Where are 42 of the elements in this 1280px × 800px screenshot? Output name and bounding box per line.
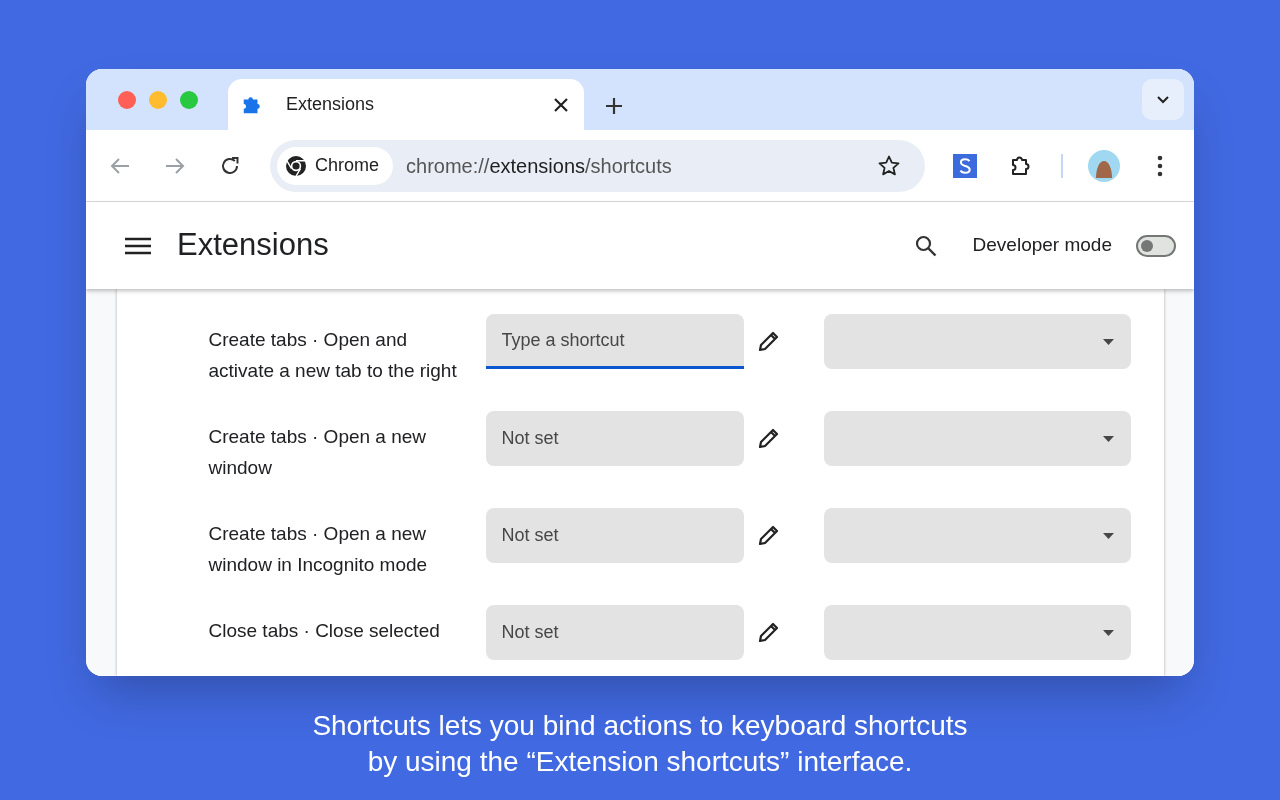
page-title: Extensions — [177, 226, 329, 265]
forward-icon[interactable] — [164, 155, 186, 176]
address-bar[interactable]: Chrome chrome://extensions/shortcuts — [270, 139, 925, 192]
browser-tab[interactable]: Extensions — [228, 79, 584, 130]
profile-avatar[interactable] — [1088, 149, 1120, 182]
shortcut-field[interactable]: Not set — [485, 411, 744, 466]
developer-mode-toggle[interactable] — [1136, 234, 1176, 257]
edit-pencil-icon[interactable] — [756, 426, 781, 450]
dropdown-arrow-icon — [1102, 532, 1114, 539]
command-label: Close tabs · Close selected — [208, 619, 441, 643]
edit-pencil-icon[interactable] — [756, 620, 781, 644]
edit-pencil-icon[interactable] — [756, 523, 781, 547]
url-scheme: chrome:// — [406, 153, 490, 179]
back-icon[interactable] — [109, 155, 131, 176]
tab-title: Extensions — [286, 93, 375, 116]
caption-line: Shortcuts lets you bind actions to keyboard shortcuts — [312, 709, 968, 743]
url-host: extensions — [489, 153, 585, 179]
shortcut-field[interactable]: Not set — [485, 508, 744, 563]
close-tab-icon[interactable] — [554, 97, 568, 112]
shortcut-field[interactable]: Type a shortcut — [485, 314, 744, 369]
command-label: Create tabs · Open and activate a new tab to the right — [208, 328, 458, 383]
s-letter-extension-icon[interactable] — [953, 153, 977, 178]
search-icon[interactable] — [914, 234, 937, 257]
command-label: Create tabs · Open a new window — [208, 425, 428, 480]
edit-pencil-icon[interactable] — [756, 329, 781, 353]
shortcut-field[interactable]: Not set — [485, 605, 744, 660]
url-path: /shortcuts — [585, 153, 672, 179]
reload-icon[interactable] — [220, 155, 240, 176]
new-tab-icon[interactable] — [604, 96, 624, 116]
chevron-down-icon — [1156, 95, 1170, 104]
site-chip-label: Chrome — [315, 154, 380, 177]
developer-mode-label: Developer mode — [972, 233, 1112, 258]
more-menu-icon[interactable] — [1157, 154, 1163, 177]
bookmark-star-icon[interactable] — [877, 153, 901, 178]
dropdown-arrow-icon — [1102, 435, 1114, 442]
chrome-icon — [285, 154, 307, 177]
menu-icon[interactable] — [125, 236, 151, 255]
command-label: Create tabs · Open a new window in Incognito mode — [208, 522, 429, 577]
caption-line: by using the “Extension shortcuts” interface. — [367, 745, 913, 779]
site-chip[interactable]: Chrome — [277, 146, 394, 185]
dropdown-arrow-icon — [1102, 338, 1114, 345]
dropdown-arrow-icon — [1102, 629, 1114, 636]
